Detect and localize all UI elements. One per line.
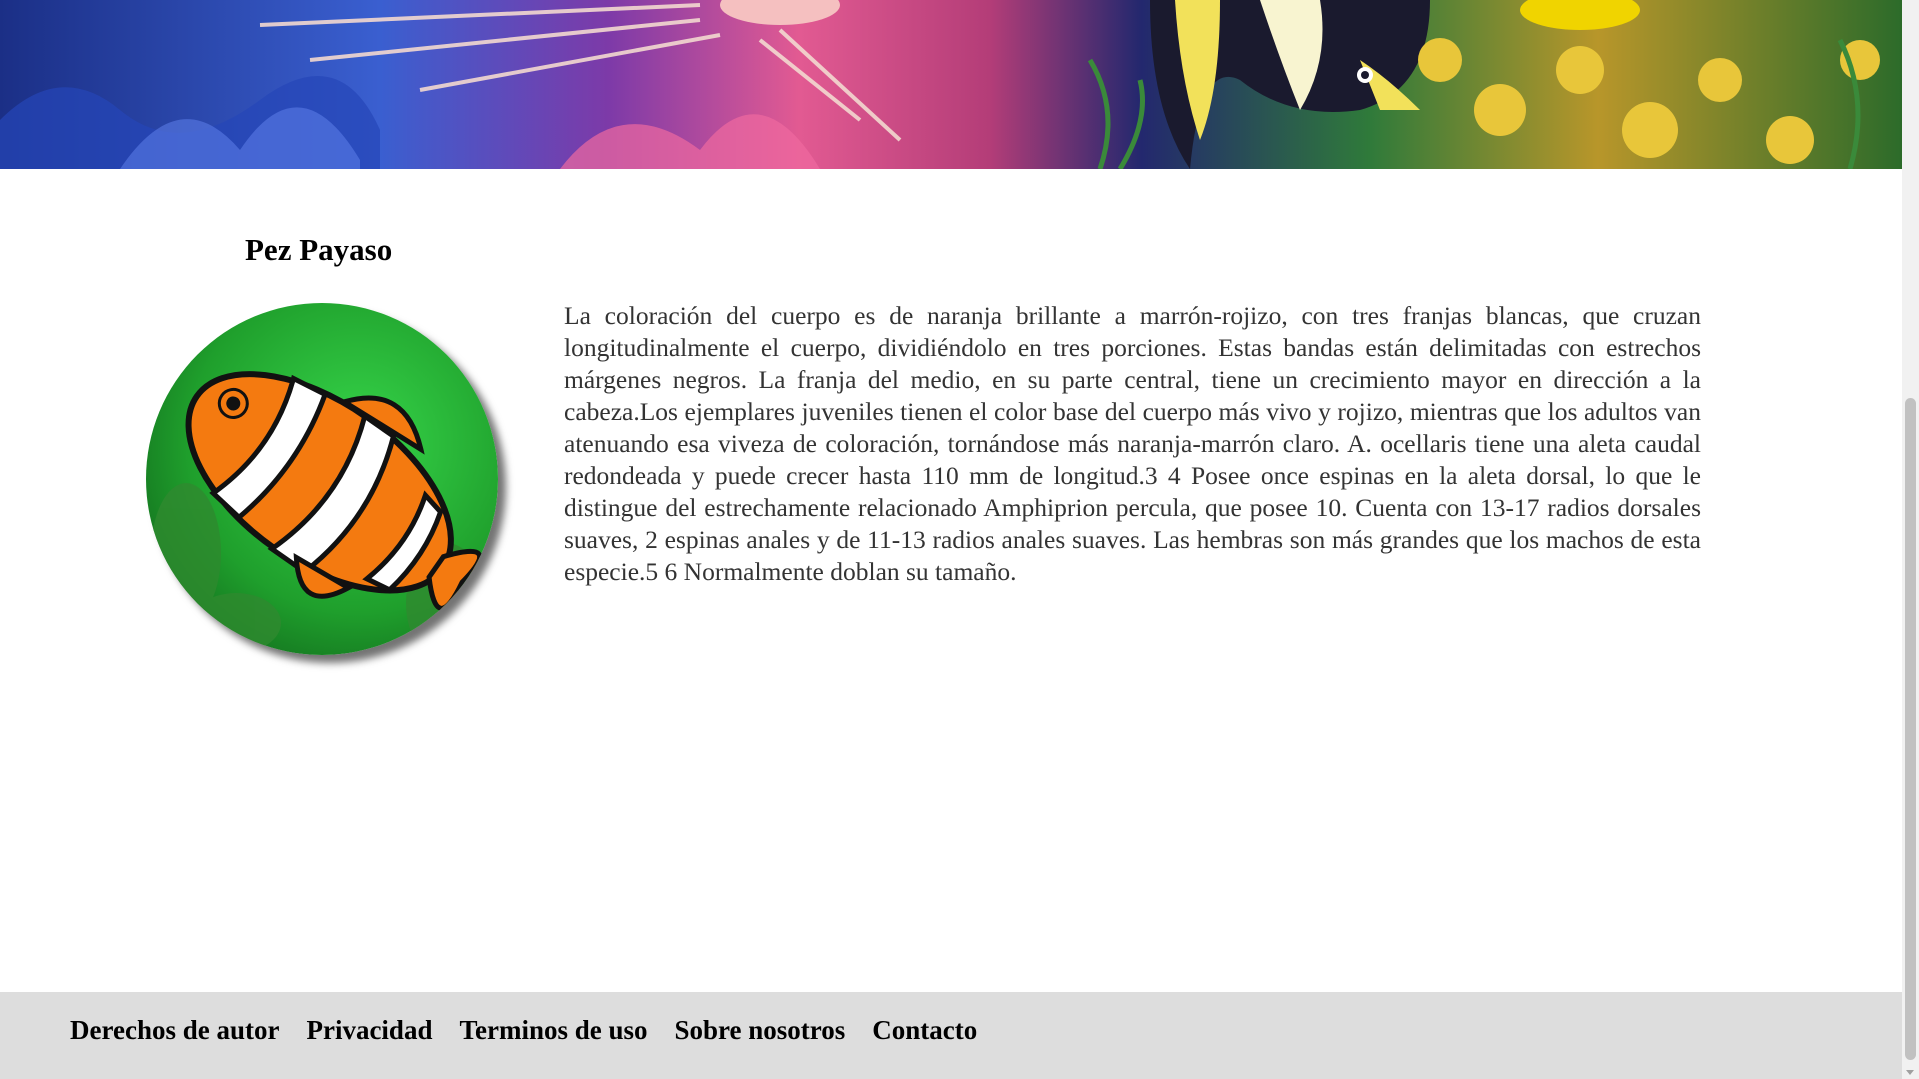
footer-link-copyright[interactable]: Derechos de autor — [70, 1015, 279, 1045]
page-title: Pez Payaso — [245, 232, 393, 267]
page: Pez Payaso La coloración del cuerpo es d… — [0, 0, 1902, 1079]
footer-link-contact[interactable]: Contacto — [872, 1015, 977, 1045]
footer-link-privacy[interactable]: Privacidad — [306, 1015, 432, 1045]
description-paragraph: La coloración del cuerpo es de naranja b… — [564, 301, 1701, 586]
footer-links: Derechos de autor Privacidad Terminos de… — [0, 992, 1902, 1068]
vertical-scrollbar[interactable] — [1902, 0, 1919, 1079]
scrollbar-thumb[interactable] — [1905, 398, 1916, 1060]
clownfish-photo — [146, 303, 498, 655]
scroll-down-arrow-icon[interactable] — [1906, 1070, 1914, 1075]
footer-link-about[interactable]: Sobre nosotros — [675, 1015, 846, 1045]
footer-link-terms[interactable]: Terminos de uso — [459, 1015, 647, 1045]
footer: Derechos de autor Privacidad Terminos de… — [0, 992, 1902, 1079]
header-banner-image — [0, 0, 1902, 169]
